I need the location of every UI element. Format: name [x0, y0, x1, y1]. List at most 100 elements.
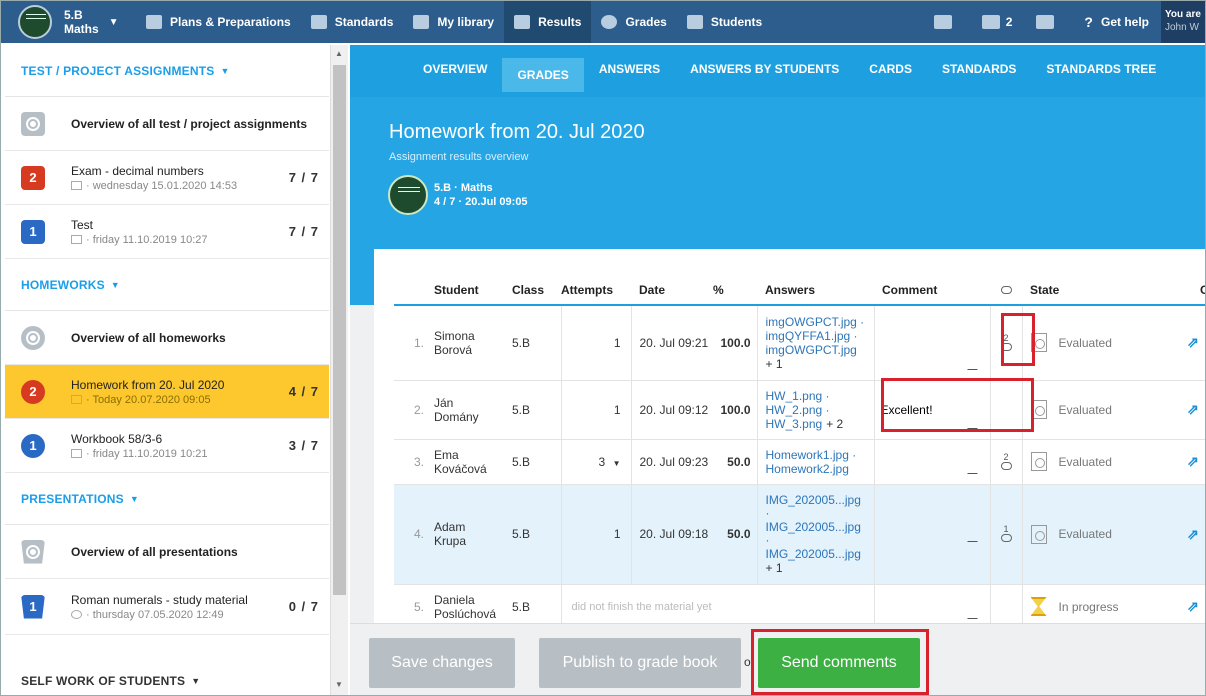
highlight-comment-count: [1001, 313, 1035, 366]
submission-count: 7 / 7: [288, 224, 319, 239]
tab-answers[interactable]: ANSWERS: [584, 45, 675, 95]
answer-link[interactable]: Homework2.jpg: [766, 462, 874, 476]
top-bar: 5.B Maths ▼ Plans & Preparations Standar…: [1, 1, 1205, 43]
answer-link[interactable]: HW_1.png ·: [766, 389, 874, 403]
sidebar-item-workbook[interactable]: 1 Workbook 58/3-6 · friday 11.10.2019 10:…: [5, 419, 329, 473]
class-meta: 5.B · Maths 4 / 7 · 20.Jul 09:05: [388, 175, 528, 215]
answer-link[interactable]: IMG_202005...jpg: [766, 520, 874, 534]
more-answers[interactable]: + 1: [766, 561, 783, 575]
open-external-icon[interactable]: ⇗: [1187, 453, 1199, 469]
tab-grades[interactable]: GRADES: [502, 58, 584, 92]
col-comment[interactable]: Comment: [874, 275, 990, 306]
answer-link[interactable]: imgOWGPCT.jpg: [766, 343, 874, 357]
student-name[interactable]: Ema Kováčová: [434, 439, 512, 485]
caret-down-icon: ▼: [612, 458, 621, 468]
comment-cell[interactable]: [873, 305, 991, 381]
answer-link[interactable]: IMG_202005...jpg: [766, 547, 874, 561]
sidebar-item-overview-homeworks[interactable]: Overview of all homeworks: [5, 311, 329, 365]
nav-students[interactable]: Students: [677, 1, 772, 43]
answer-link[interactable]: HW_2.png ·: [766, 403, 874, 417]
nav-grades[interactable]: Grades: [591, 1, 676, 43]
comment-cell[interactable]: [873, 439, 991, 485]
student-name[interactable]: Ján Domány: [434, 380, 512, 440]
class-logo: [18, 5, 52, 39]
table-header: Student Class Attempts Date % Answers Co…: [394, 275, 1205, 306]
mail-button[interactable]: [1024, 15, 1072, 29]
comment-count[interactable]: 2: [990, 439, 1022, 485]
table-row[interactable]: 1. Simona Borová 5.B 1 20. Jul 09:21 100.…: [394, 305, 1205, 381]
section-presentations[interactable]: PRESENTATIONS ▼: [5, 473, 329, 525]
pencil-icon[interactable]: [966, 531, 987, 542]
sidebar-item-overview-tests[interactable]: Overview of all test / project assignmen…: [5, 97, 329, 151]
sidebar-item-roman-numerals[interactable]: 1 Roman numerals - study material · thurs…: [5, 579, 329, 635]
answer-link[interactable]: imgOWGPCT.jpg ·: [766, 315, 874, 329]
answer-link[interactable]: imgQYFFA1.jpg ·: [766, 329, 874, 343]
sidebar-scrollbar[interactable]: ▲ ▼: [330, 45, 348, 695]
table-row[interactable]: 2. Ján Domány 5.B 1 20. Jul 09:12 100.0 H…: [394, 380, 1205, 440]
tab-overview[interactable]: OVERVIEW: [408, 45, 502, 95]
more-answers[interactable]: + 1: [766, 357, 783, 371]
col-answers[interactable]: Answers: [757, 275, 874, 306]
tab-standards-tree[interactable]: STANDARDS TREE: [1031, 45, 1171, 95]
help-button[interactable]: ? Get help: [1072, 14, 1161, 30]
sidebar-item-exam[interactable]: 2 Exam - decimal numbers · wednesday 15.0…: [5, 151, 329, 205]
answer-link[interactable]: Homework1.jpg ·: [766, 448, 874, 462]
chat-icon: [981, 15, 1000, 29]
answer-link[interactable]: IMG_202005...jpg: [766, 493, 874, 507]
comment-count[interactable]: 1: [990, 484, 1022, 585]
open-external-icon[interactable]: ⇗: [1187, 526, 1199, 542]
sidebar-item-overview-presentations[interactable]: Overview of all presentations: [5, 525, 329, 579]
class-switcher[interactable]: 5.B Maths ▼: [1, 1, 136, 43]
nav-plans[interactable]: Plans & Preparations: [136, 1, 301, 43]
publish-grade-book-button[interactable]: Publish to grade book: [539, 638, 741, 688]
sidebar-item-test[interactable]: 1 Test · friday 11.10.2019 10:27 7 / 7: [5, 205, 329, 259]
pencil-icon[interactable]: [966, 608, 987, 619]
section-homeworks[interactable]: HOMEWORKS ▼: [5, 259, 329, 311]
tab-standards[interactable]: STANDARDS: [927, 45, 1031, 95]
scroll-up-icon[interactable]: ▲: [335, 49, 343, 58]
messages-button[interactable]: 2: [970, 15, 1025, 29]
attempts-select[interactable]: 3 ▼: [560, 439, 631, 485]
table-row[interactable]: 4. Adam Krupa 5.B 1 20. Jul 09:18 50.0 IM…: [394, 484, 1205, 585]
more-answers[interactable]: + 2: [826, 417, 843, 431]
gear-icon: [21, 111, 45, 136]
table-row[interactable]: 3. Ema Kováčová 5.B 3 ▼ 20. Jul 09:23 50.…: [394, 439, 1205, 485]
pencil-icon[interactable]: [966, 359, 987, 370]
results-card: Student Class Attempts Date % Answers Co…: [374, 249, 1205, 629]
nav-standards[interactable]: Standards: [301, 1, 404, 43]
caret-down-icon: ▼: [129, 493, 139, 504]
scrollbar-thumb[interactable]: [333, 65, 346, 595]
open-external-icon[interactable]: ⇗: [1187, 401, 1199, 417]
open-external-icon[interactable]: ⇗: [1187, 334, 1199, 350]
results-table: Student Class Attempts Date % Answers Co…: [394, 275, 1205, 629]
caret-down-icon: ▼: [220, 65, 230, 76]
scroll-down-icon[interactable]: ▼: [335, 680, 343, 689]
col-percent[interactable]: %: [709, 275, 757, 306]
section-test-assignments[interactable]: TEST / PROJECT ASSIGNMENTS ▼: [5, 45, 329, 97]
user-menu[interactable]: You are John W: [1161, 1, 1205, 43]
cast-button[interactable]: [922, 15, 970, 29]
col-grade[interactable]: Gr: [1172, 275, 1205, 306]
tab-cards[interactable]: CARDS: [854, 45, 927, 95]
col-state[interactable]: State: [1022, 275, 1172, 306]
highlight-comment-cell: [881, 378, 1034, 432]
open-external-icon[interactable]: ⇗: [1187, 598, 1199, 614]
save-changes-button[interactable]: Save changes: [369, 638, 515, 688]
badge: 1: [21, 219, 45, 244]
comment-cell[interactable]: [873, 484, 991, 585]
student-name[interactable]: Adam Krupa: [434, 484, 512, 585]
section-self-work[interactable]: SELF WORK OF STUDENTS ▼: [5, 635, 329, 695]
pencil-icon[interactable]: [966, 463, 987, 474]
col-date[interactable]: Date: [631, 275, 709, 306]
nav-library[interactable]: My library: [403, 1, 504, 43]
sidebar-item-homework-jul[interactable]: 2 Homework from 20. Jul 2020 · Today 20.0…: [5, 365, 329, 419]
state-label: In progress: [1058, 599, 1119, 614]
student-name[interactable]: Simona Borová: [434, 305, 512, 381]
col-student[interactable]: Student: [434, 275, 512, 306]
col-class[interactable]: Class: [512, 275, 561, 306]
tab-answers-by-students[interactable]: ANSWERS BY STUDENTS: [675, 45, 854, 95]
answer-link[interactable]: HW_3.png: [766, 417, 823, 431]
monitor-icon: [71, 235, 82, 244]
nav-results[interactable]: Results: [504, 1, 592, 43]
col-attempts[interactable]: Attempts: [561, 275, 631, 306]
